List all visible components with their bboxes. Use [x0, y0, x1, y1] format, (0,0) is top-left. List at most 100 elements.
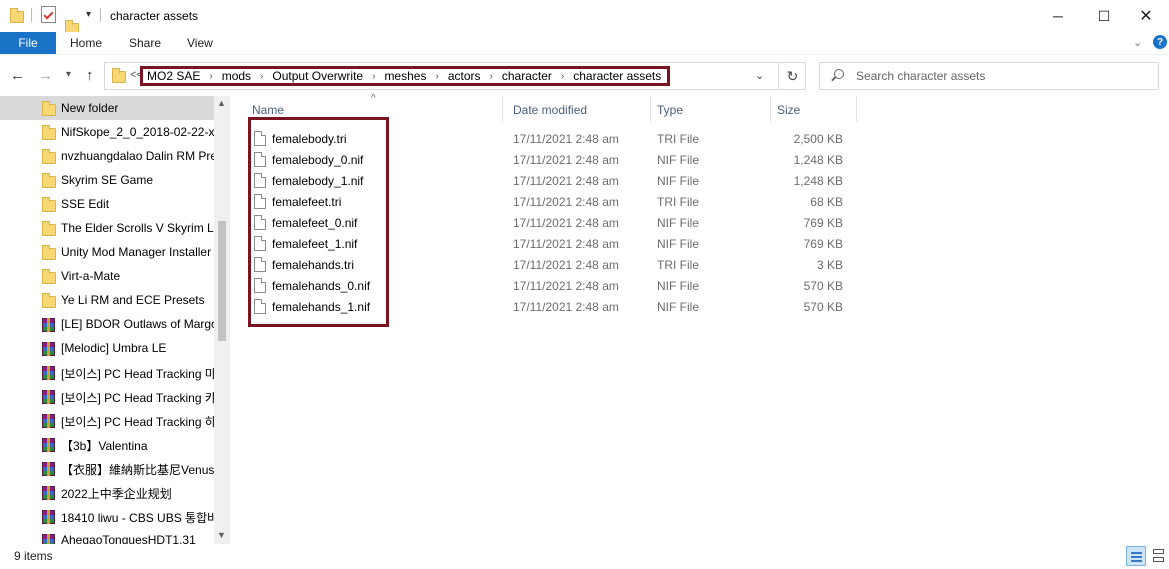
column-divider[interactable]	[502, 96, 503, 122]
file-size: 570 KB	[803, 300, 843, 314]
nav-item[interactable]: Ye Li RM and ECE Presets	[0, 288, 214, 312]
nav-item[interactable]: [보이스] PC Head Tracking 마	[0, 360, 214, 384]
file-list: ^ Name Date modified Type Size femalebod…	[240, 93, 1169, 544]
customize-toolbar-chevron-icon[interactable]: ▾	[86, 9, 91, 20]
archive-icon	[42, 534, 55, 544]
tab-file[interactable]: File	[0, 32, 56, 54]
maximize-icon[interactable]: ☐	[1081, 0, 1127, 32]
file-type: NIF File	[657, 216, 699, 230]
large-icons-view-icon[interactable]	[1150, 546, 1168, 566]
folder-icon	[42, 101, 56, 116]
nav-item[interactable]: 2022上中季企业规划	[0, 480, 214, 504]
minimize-icon[interactable]: ─	[1035, 0, 1081, 32]
column-divider[interactable]	[650, 96, 651, 122]
breadcrumb-separator-icon[interactable]: ›	[561, 71, 564, 82]
breadcrumb-separator-icon[interactable]: ›	[435, 71, 438, 82]
annotation-highlight-box	[248, 117, 389, 327]
file-date-modified: 17/11/2021 2:48 am	[513, 132, 619, 146]
help-icon[interactable]: ?	[1153, 35, 1167, 49]
address-bar[interactable]: << MO2 SAE › mods › Output Overwrite › m…	[104, 62, 806, 90]
file-date-modified: 17/11/2021 2:48 am	[513, 258, 619, 272]
file-type: NIF File	[657, 279, 699, 293]
back-arrow-icon[interactable]: ←	[10, 67, 25, 84]
nav-item[interactable]: [보이스] PC Head Tracking 캬	[0, 384, 214, 408]
nav-item[interactable]: Unity Mod Manager Installer	[0, 240, 214, 264]
column-divider[interactable]	[770, 96, 771, 122]
folder-icon	[10, 8, 24, 23]
scrollbar-thumb[interactable]	[218, 221, 226, 341]
scroll-up-icon[interactable]: ▲	[217, 98, 226, 108]
divider	[100, 8, 101, 22]
breadcrumb-separator-icon[interactable]: ›	[209, 71, 212, 82]
archive-icon	[42, 342, 55, 356]
refresh-icon[interactable]: ↻	[778, 63, 806, 89]
nav-item[interactable]: [보이스] PC Head Tracking 하	[0, 408, 214, 432]
tab-home[interactable]: Home	[70, 36, 102, 50]
nav-item[interactable]: 18410 liwu - CBS UBS 통합바	[0, 504, 214, 528]
file-date-modified: 17/11/2021 2:48 am	[513, 153, 619, 167]
nav-item[interactable]: SSE Edit	[0, 192, 214, 216]
column-header-date[interactable]: Date modified	[513, 103, 587, 123]
breadcrumb-item[interactable]: MO2 SAE	[147, 69, 200, 83]
breadcrumb-separator-icon[interactable]: ›	[490, 71, 493, 82]
nav-item[interactable]: [Melodic] Umbra LE	[0, 336, 214, 360]
search-box[interactable]	[819, 62, 1159, 90]
nav-item[interactable]: Skyrim SE Game	[0, 168, 214, 192]
nav-item[interactable]: [LE] BDOR Outlaws of Margo	[0, 312, 214, 336]
column-header-type[interactable]: Type	[657, 103, 683, 123]
column-divider[interactable]	[856, 96, 857, 122]
file-type: NIF File	[657, 174, 699, 188]
file-type: TRI File	[657, 258, 699, 272]
recent-locations-chevron-icon[interactable]: ▾	[66, 69, 71, 80]
nav-item[interactable]: NifSkope_2_0_2018-02-22-x64	[0, 120, 214, 144]
up-arrow-icon[interactable]: ↑	[86, 67, 94, 84]
nav-item[interactable]: AhegaoTonguesHDT1.31	[0, 528, 214, 544]
properties-icon[interactable]	[41, 6, 56, 23]
breadcrumb-separator-icon[interactable]: ›	[260, 71, 263, 82]
archive-icon	[42, 486, 55, 500]
divider	[31, 8, 32, 22]
nav-item[interactable]: nvzhuangdalao Dalin RM Pre	[0, 144, 214, 168]
breadcrumb-item[interactable]: mods	[222, 69, 251, 83]
details-view-icon[interactable]	[1126, 546, 1146, 566]
address-dropdown-chevron-icon[interactable]: ⌄	[755, 69, 764, 82]
search-icon	[834, 69, 844, 79]
nav-item-label: [보이스] PC Head Tracking 캬	[61, 391, 214, 405]
folder-icon	[42, 221, 56, 236]
breadcrumb-item[interactable]: Output Overwrite	[272, 69, 363, 83]
nav-item[interactable]: 【衣服】維納斯比基尼Venus Bi	[0, 456, 214, 480]
breadcrumb-item[interactable]: character	[502, 69, 552, 83]
tab-share[interactable]: Share	[129, 36, 161, 50]
nav-item-label: [Melodic] Umbra LE	[61, 341, 167, 355]
folder-icon	[112, 68, 126, 83]
nav-item[interactable]: New folder	[0, 96, 214, 120]
nav-item-label: The Elder Scrolls V Skyrim Leg	[61, 221, 214, 235]
archive-icon	[42, 414, 55, 428]
file-size: 570 KB	[803, 279, 843, 293]
file-size: 1,248 KB	[793, 174, 843, 188]
breadcrumb-item[interactable]: meshes	[384, 69, 426, 83]
close-icon[interactable]: ✕	[1123, 0, 1169, 32]
nav-item[interactable]: The Elder Scrolls V Skyrim Leg	[0, 216, 214, 240]
nav-scrollbar[interactable]: ▲ ▼	[214, 96, 230, 544]
folder-icon	[42, 245, 56, 260]
nav-item[interactable]: Virt-a-Mate	[0, 264, 214, 288]
tab-view[interactable]: View	[187, 36, 213, 50]
column-header-size[interactable]: Size	[777, 103, 800, 123]
breadcrumb-separator-icon[interactable]: ›	[372, 71, 375, 82]
forward-arrow-icon[interactable]: →	[38, 67, 53, 84]
breadcrumb-item-current[interactable]: character assets	[573, 69, 661, 83]
nav-item-label: SSE Edit	[61, 197, 110, 211]
archive-icon	[42, 438, 55, 452]
file-size: 3 KB	[816, 258, 843, 272]
expand-ribbon-chevron-icon[interactable]: ⌄	[1133, 36, 1142, 49]
file-type: TRI File	[657, 132, 699, 146]
scroll-down-icon[interactable]: ▼	[217, 530, 226, 540]
archive-icon	[42, 510, 55, 524]
search-input[interactable]	[856, 66, 1146, 86]
file-date-modified: 17/11/2021 2:48 am	[513, 279, 619, 293]
nav-item[interactable]: 【3b】Valentina	[0, 432, 214, 456]
breadcrumb-item[interactable]: actors	[448, 69, 481, 83]
archive-icon	[42, 318, 55, 332]
folder-icon	[42, 293, 56, 308]
